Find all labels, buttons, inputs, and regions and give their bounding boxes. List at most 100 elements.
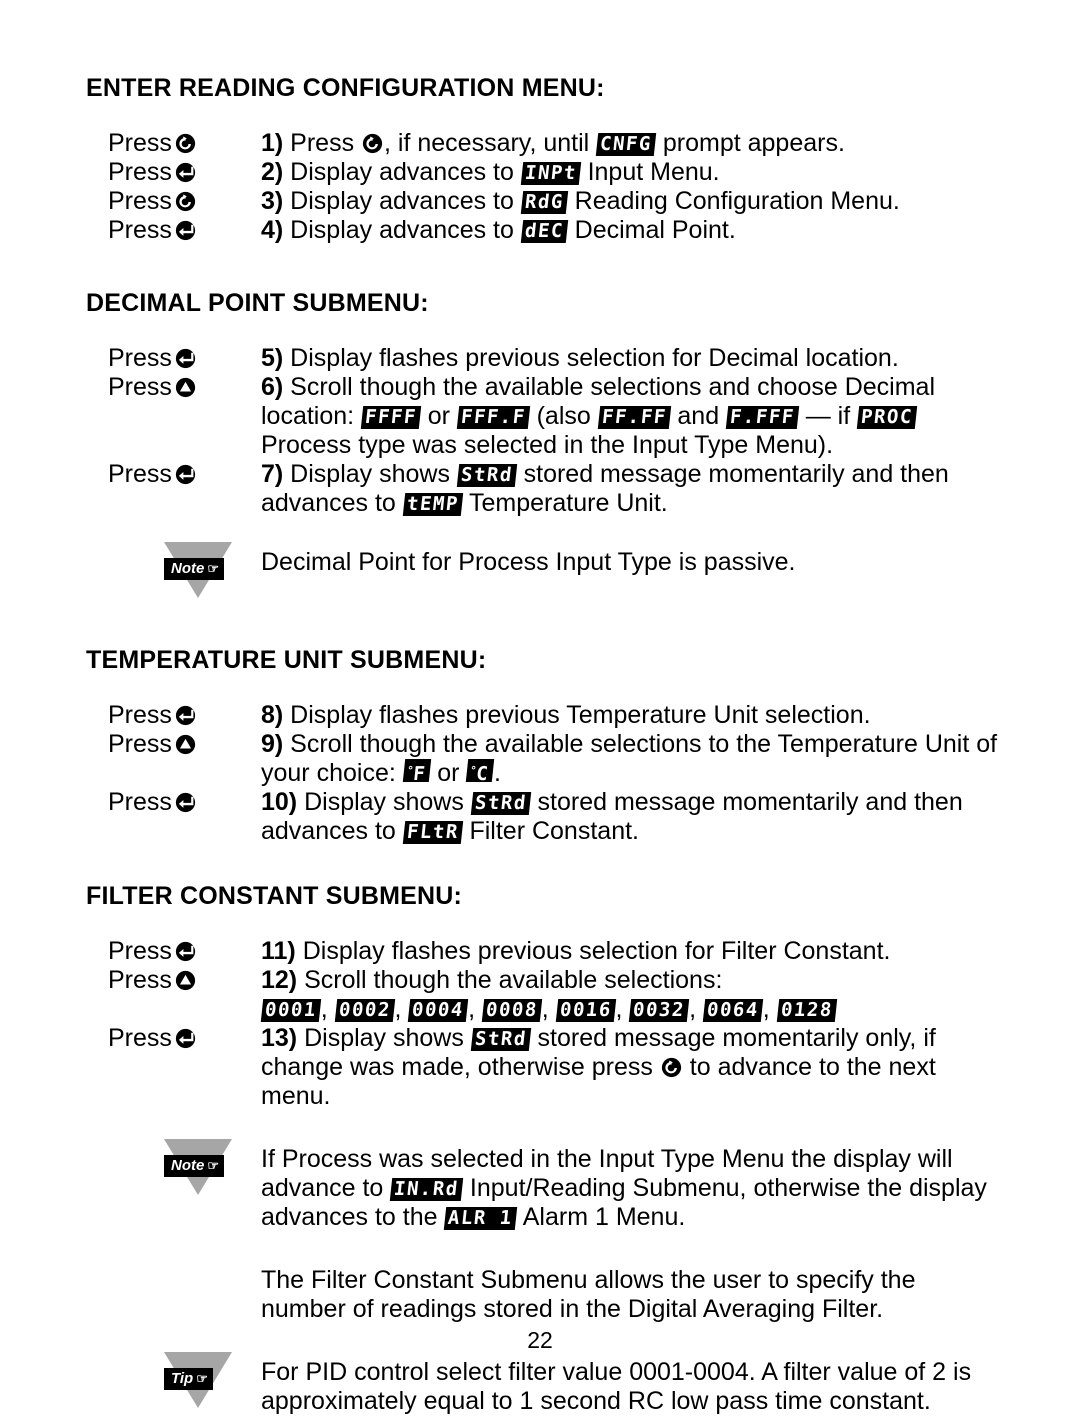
press-button-cell[interactable]: Press <box>86 1024 261 1053</box>
press-button-cell[interactable]: Press <box>86 216 261 245</box>
lcd-display-token: ALR 1 <box>444 1207 518 1230</box>
press-button-cell[interactable]: Press <box>86 788 261 817</box>
enter-return-arrow-icon[interactable] <box>175 1028 196 1049</box>
note-callout: Note ☞ If Process was selected in the Inpu… <box>86 1137 1006 1232</box>
menu-circular-arrow-icon[interactable] <box>175 191 196 212</box>
callout-text: If Process was selected in the Input Typ… <box>261 1145 987 1231</box>
instruction-text: 7) Display shows StRd stored message mom… <box>261 460 949 517</box>
section-heading-decimal-point-submenu: DECIMAL POINT SUBMENU: <box>86 289 429 317</box>
lcd-display-token: FF.FF <box>597 406 671 429</box>
press-button-cell[interactable]: Press <box>86 158 261 187</box>
instruction-text: 2) Display advances to INPt Input Menu. <box>261 158 720 186</box>
press-button-cell[interactable]: Press <box>86 937 261 966</box>
lcd-display-token: °F <box>402 759 431 785</box>
press-button-cell[interactable]: Press <box>86 373 261 402</box>
press-label: Press <box>108 129 172 157</box>
lcd-display-token: 0016 <box>555 999 616 1022</box>
lcd-display-token: tEMP <box>402 493 463 516</box>
plain-callout: The Filter Constant Submenu allows the u… <box>86 1258 1006 1324</box>
press-label: Press <box>108 158 172 186</box>
lcd-display-token: 0004 <box>408 999 469 1022</box>
lcd-display-token: FFF.F <box>456 406 530 429</box>
callout-text: Decimal Point for Process Input Type is … <box>261 548 796 576</box>
menu-circular-arrow-icon[interactable] <box>362 133 383 154</box>
instruction-text: 6) Scroll though the available selection… <box>261 373 936 459</box>
callout-badge-label: Note <box>171 560 205 577</box>
callout-marker: Note ☞ <box>86 1137 261 1199</box>
enter-return-arrow-icon[interactable] <box>175 162 196 183</box>
enter-return-arrow-icon[interactable] <box>175 464 196 485</box>
instruction-text: 5) Display flashes previous selection fo… <box>261 344 899 372</box>
press-button-cell[interactable]: Press <box>86 129 261 158</box>
press-button-cell[interactable]: Press <box>86 187 261 216</box>
page-number: 22 <box>527 1327 553 1353</box>
press-button-cell[interactable]: Press <box>86 966 261 995</box>
up-arrow-circle-icon[interactable] <box>175 734 196 755</box>
instruction-row: Press 11) Display flashes previous select… <box>86 937 1006 966</box>
section-heading-filter-constant-submenu: FILTER CONSTANT SUBMENU: <box>86 882 463 910</box>
lcd-display-token: PROC <box>856 406 918 429</box>
press-label: Press <box>108 701 172 729</box>
enter-return-arrow-icon[interactable] <box>175 941 196 962</box>
lcd-display-token: StRd <box>470 792 531 815</box>
press-button-cell[interactable]: Press <box>86 460 261 489</box>
lcd-display-token: CNFG <box>595 133 657 156</box>
enter-return-arrow-icon[interactable] <box>175 705 196 726</box>
instruction-row: Press 6) Scroll though the available sele… <box>86 373 1006 460</box>
callout-marker: Tip ☞ <box>86 1350 261 1412</box>
enter-return-arrow-icon[interactable] <box>175 348 196 369</box>
menu-circular-arrow-icon[interactable] <box>661 1057 682 1078</box>
press-button-cell[interactable]: Press <box>86 730 261 759</box>
lcd-display-token: FLtR <box>402 821 463 844</box>
step-number: 6) <box>261 373 284 401</box>
instruction-row: Press 7) Display shows StRd stored messag… <box>86 460 1006 518</box>
tip-badge: Tip ☞ <box>164 1368 213 1390</box>
instruction-text: 1) Press , if necessary, until CNFG prom… <box>261 129 845 157</box>
instruction-text: 3) Display advances to RdG Reading Confi… <box>261 187 900 215</box>
press-button-cell[interactable]: Press <box>86 344 261 373</box>
step-number: 3) <box>261 187 284 215</box>
pointing-hand-icon: ☞ <box>196 1371 208 1386</box>
lcd-display-token: 0001 <box>260 999 321 1022</box>
press-button-cell[interactable]: Press <box>86 701 261 730</box>
lcd-display-token: dEC <box>520 220 568 243</box>
callout-marker <box>86 1258 261 1320</box>
enter-return-arrow-icon[interactable] <box>175 792 196 813</box>
press-label: Press <box>108 216 172 244</box>
instruction-text: 8) Display flashes previous Temperature … <box>261 701 871 729</box>
press-label: Press <box>108 187 172 215</box>
document-page: ENTER READING CONFIGURATION MENU: Press 1… <box>0 0 1080 1415</box>
lcd-display-token: StRd <box>470 1028 531 1051</box>
section-heading-temperature-unit-submenu: TEMPERATURE UNIT SUBMENU: <box>86 646 487 674</box>
instruction-row: Press 13) Display shows StRd stored messa… <box>86 1024 1006 1111</box>
step-number: 13) <box>261 1024 298 1052</box>
press-label: Press <box>108 788 172 816</box>
press-label: Press <box>108 373 172 401</box>
instruction-row: Press 12) Scroll though the available sel… <box>86 966 1006 1024</box>
instruction-text: 11) Display flashes previous selection f… <box>261 937 891 965</box>
lcd-display-token: StRd <box>456 464 517 487</box>
up-arrow-circle-icon[interactable] <box>175 377 196 398</box>
section-heading-enter-reading-configuration-menu: ENTER READING CONFIGURATION MENU: <box>86 74 605 102</box>
steps-enter-reading-configuration-menu: Press 1) Press , if necessary, until CNFG… <box>86 129 1006 245</box>
up-arrow-circle-icon[interactable] <box>175 970 196 991</box>
instruction-text: 9) Scroll though the available selection… <box>261 730 998 787</box>
press-label: Press <box>108 937 172 965</box>
lcd-display-token: IN.Rd <box>390 1178 464 1201</box>
step-number: 11) <box>261 937 296 965</box>
step-number: 4) <box>261 216 284 244</box>
note-badge: Note ☞ <box>164 1155 224 1177</box>
instruction-row: Press 9) Scroll though the available sele… <box>86 730 1006 788</box>
instruction-row: Press 3) Display advances to RdG Reading … <box>86 187 1006 216</box>
steps-filter-constant-submenu: Press 11) Display flashes previous select… <box>86 937 1006 1111</box>
instruction-row: Press 10) Display shows StRd stored messa… <box>86 788 1006 846</box>
enter-return-arrow-icon[interactable] <box>175 220 196 241</box>
menu-circular-arrow-icon[interactable] <box>175 133 196 154</box>
lcd-display-token: °C <box>466 759 495 785</box>
instruction-row: Press 8) Display flashes previous Tempera… <box>86 701 1006 730</box>
lcd-display-token: 0032 <box>629 999 690 1022</box>
instruction-text: 10) Display shows StRd stored message mo… <box>261 788 963 845</box>
lcd-display-token: F.FFF <box>725 406 799 429</box>
page-content: ENTER READING CONFIGURATION MENU: Press 1… <box>86 74 1006 1416</box>
lcd-display-token: FFFF <box>360 406 422 429</box>
